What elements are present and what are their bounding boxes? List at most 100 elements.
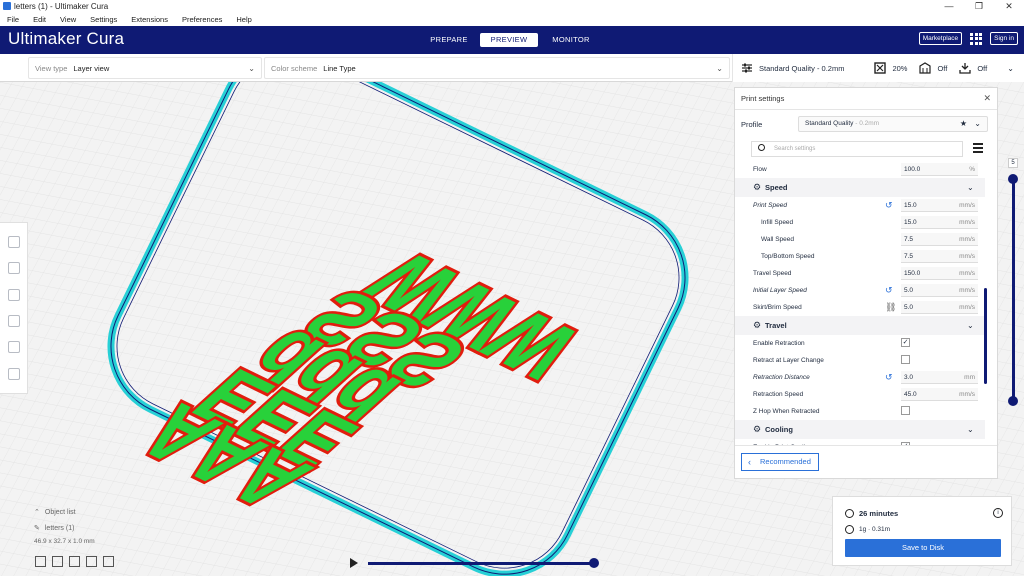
per-model-settings-icon[interactable] [7,341,20,354]
star-icon[interactable]: ★ [960,117,967,131]
save-to-disk-button[interactable]: Save to Disk [845,539,1001,557]
settings-scrollbar[interactable] [984,288,987,384]
infill-value: 20% [892,63,908,73]
setting-row: Skirt/Brim Speed ⛓ 5.0 mm/s [735,299,985,316]
minimize-button[interactable]: — [934,0,964,12]
mirror-tool-icon[interactable] [7,315,20,328]
rotate-tool-icon[interactable] [7,288,20,301]
search-settings-input[interactable]: Search settings [751,141,963,157]
menu-help[interactable]: Help [229,15,258,24]
category-speed[interactable]: ⚙ Speed ⌄ [735,178,985,197]
setting-value: 15.0 [904,202,917,209]
menu-view[interactable]: View [53,15,83,24]
setting-row: Travel Speed 150.0 mm/s [735,265,985,282]
setting-unit: mm/s [959,236,975,243]
close-icon[interactable]: ✕ [983,93,991,104]
setting-value-input[interactable]: 7.5 mm/s [901,250,978,263]
view-top-icon[interactable] [69,556,80,567]
scale-tool-icon[interactable] [7,262,20,275]
stage-tabs: PREPARE PREVIEW MONITOR [420,33,600,47]
menu-file[interactable]: File [0,15,26,24]
maximize-button[interactable]: ❐ [964,0,994,12]
menu-edit[interactable]: Edit [26,15,53,24]
print-setup-selector[interactable]: Standard Quality - 0.2mm 20% Off Off ⌄ [732,54,1024,82]
setting-checkbox[interactable] [901,355,910,364]
window-title: letters (1) - Ultimaker Cura [14,1,109,11]
setting-unit: mm/s [959,202,975,209]
brand-logo: Ultimaker Cura [8,29,125,48]
menu-settings[interactable]: Settings [83,15,124,24]
layer-slider[interactable]: 5 [1008,158,1020,408]
path-slider-handle[interactable] [589,558,599,568]
setting-value-input[interactable]: 7.5 mm/s [901,233,978,246]
layer-slider-upper-handle[interactable] [1008,174,1018,184]
setting-value-input[interactable]: 100.0% [901,163,978,176]
signin-button[interactable]: Sign in [990,32,1018,45]
recommended-button[interactable]: ‹ Recommended [741,453,819,471]
setting-row: Initial Layer Speed ↺ 5.0 mm/s [735,282,985,299]
support-blocker-icon[interactable] [7,367,20,380]
category-cooling[interactable]: ⚙ Cooling ⌄ [735,420,985,439]
layer-slider-track[interactable] [1012,178,1015,404]
tab-monitor[interactable]: MONITOR [542,33,600,47]
menu-preferences[interactable]: Preferences [175,15,229,24]
setting-value-input[interactable]: 15.0 mm/s [901,216,978,229]
app-header: Ultimaker Cura PREPARE PREVIEW MONITOR M… [0,26,1024,54]
layer-slider-lower-handle[interactable] [1008,396,1018,406]
object-list-item[interactable]: ✎ letters (1) [34,524,95,533]
play-icon[interactable] [350,558,358,568]
tab-preview[interactable]: PREVIEW [480,33,538,47]
profile-dropdown[interactable]: Standard Quality - 0.2mm ★ ⌄ [798,116,988,132]
setting-label: Retraction Distance [753,374,810,381]
menu-icon[interactable] [973,143,983,155]
reset-icon[interactable]: ↺ [885,285,893,296]
window-titlebar: letters (1) - Ultimaker Cura — ❐ ✕ [0,0,1024,12]
infill-icon [874,62,887,74]
sliders-icon [742,63,752,73]
support-icon [919,62,932,74]
view-right-icon[interactable] [103,556,114,567]
view-type-dropdown[interactable]: View type Layer view ⌄ [28,57,262,79]
panel-footer: ‹ Recommended [735,445,997,479]
info-icon[interactable]: i [993,508,1003,518]
link-icon[interactable]: ⛓ [885,302,896,313]
view-front-icon[interactable] [52,556,63,567]
setting-row: Enable Retraction ✓ [735,335,985,352]
setting-value-input[interactable]: 5.0 mm/s [901,301,978,314]
setting-value: 3.0 [904,374,914,381]
tab-prepare[interactable]: PREPARE [420,33,478,47]
object-list-toggle[interactable]: ⌃ Object list [34,508,95,517]
menu-extensions[interactable]: Extensions [124,15,175,24]
setting-value-input[interactable]: 3.0 mm [901,371,978,384]
setting-value-input[interactable]: 5.0 mm/s [901,284,978,297]
category-travel[interactable]: ⚙ Travel ⌄ [735,316,985,335]
reset-icon[interactable]: ↺ [885,372,893,383]
view-3d-icon[interactable] [35,556,46,567]
profile-label: Profile [741,119,763,129]
setting-row: Retract at Layer Change [735,352,985,369]
path-slider-track[interactable] [368,562,596,565]
color-scheme-label: Color scheme [271,63,318,73]
setting-label: Skirt/Brim Speed [753,304,802,311]
layer-number-badge[interactable]: 5 [1008,158,1018,168]
close-button[interactable]: ✕ [994,0,1024,12]
move-tool-icon[interactable] [7,236,20,249]
setting-value-input[interactable]: 45.0 mm/s [901,388,978,401]
setting-label: Wall Speed [761,236,794,243]
spool-icon [845,525,854,534]
setting-unit: mm/s [959,253,975,260]
setting-checkbox[interactable]: ✓ [901,338,910,347]
setting-value-input[interactable]: 150.0 mm/s [901,267,978,280]
setting-value-input[interactable]: 15.0 mm/s [901,199,978,212]
view-left-icon[interactable] [86,556,97,567]
cura-app-icon [3,2,11,10]
color-scheme-dropdown[interactable]: Color scheme Line Type ⌄ [264,57,730,79]
setting-unit: mm/s [959,270,975,277]
setting-checkbox[interactable] [901,406,910,415]
marketplace-button[interactable]: Marketplace [918,32,963,45]
setting-value: 5.0 [904,304,914,311]
reset-icon[interactable]: ↺ [885,200,893,211]
path-slider[interactable] [350,558,600,570]
setting-row: Infill Speed 15.0 mm/s [735,214,985,231]
apps-grid-icon[interactable] [970,32,983,45]
